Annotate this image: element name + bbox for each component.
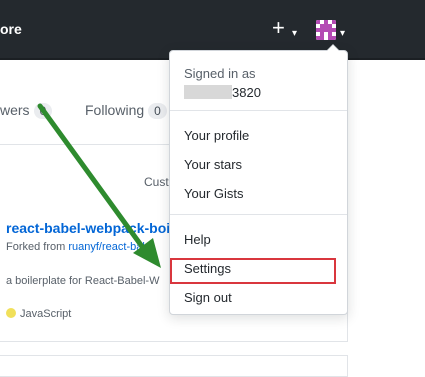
- annotation-arrow: [37, 103, 161, 268]
